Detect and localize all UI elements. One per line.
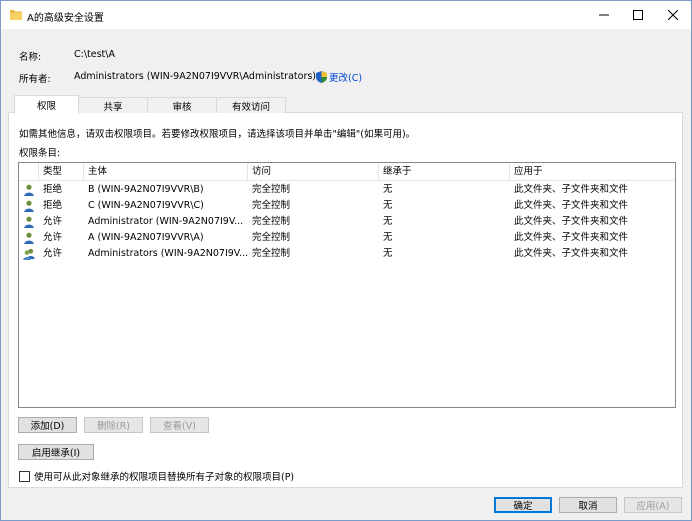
add-button[interactable]: 添加(D): [18, 417, 77, 433]
row-applies-to: 此文件夹、子文件夹和文件: [514, 248, 629, 259]
list-header: 类型 主体 访问 继承于 应用于: [19, 163, 675, 181]
row-access: 完全控制: [252, 248, 291, 259]
tab-auditing[interactable]: 审核: [147, 97, 217, 113]
maximize-icon: [633, 10, 643, 20]
row-applies-to: 此文件夹、子文件夹和文件: [514, 216, 629, 227]
column-header-applies-to[interactable]: 应用于: [510, 163, 675, 180]
row-inherited-from: 无: [383, 248, 393, 259]
title-bar[interactable]: A的高级安全设置: [1, 1, 691, 29]
table-row[interactable]: 拒绝 C (WIN-9A2N07I9VVR\C) 完全控制 无 此文件夹、子文件…: [19, 198, 675, 214]
row-principal: B (WIN-9A2N07I9VVR\B): [88, 184, 204, 195]
tab-auditing-label: 审核: [172, 101, 192, 113]
group-icon: [23, 248, 35, 260]
row-type: 允许: [43, 216, 63, 227]
column-header-type[interactable]: 类型: [39, 163, 84, 180]
hint-text: 如需其他信息，请双击权限项目。若要修改权限项目，请选择该项目并单击"编辑"(如果…: [19, 129, 416, 140]
table-row[interactable]: 拒绝 B (WIN-9A2N07I9VVR\B) 完全控制 无 此文件夹、子文件…: [19, 182, 675, 198]
enable-inheritance-button[interactable]: 启用继承(I): [18, 444, 94, 460]
name-value: C:\test\A: [74, 49, 115, 60]
replace-child-permissions-label: 使用可从此对象继承的权限项目替换所有子对象的权限项目(P): [34, 472, 295, 483]
row-applies-to: 此文件夹、子文件夹和文件: [514, 200, 629, 211]
owner-label: 所有者:: [19, 74, 51, 85]
row-access: 完全控制: [252, 216, 291, 227]
replace-child-permissions-checkbox[interactable]: [19, 470, 30, 482]
close-button[interactable]: [656, 1, 690, 29]
user-icon: [24, 184, 34, 196]
tab-permissions[interactable]: 权限: [14, 95, 79, 114]
user-icon: [24, 232, 34, 244]
row-principal: Administrator (WIN-9A2N07I9V...: [88, 216, 244, 227]
row-applies-to: 此文件夹、子文件夹和文件: [514, 232, 629, 243]
view-button[interactable]: 查看(V): [150, 417, 209, 433]
minimize-button[interactable]: [587, 1, 621, 29]
user-icon: [24, 200, 34, 212]
tab-effective-access-label: 有效访问: [231, 101, 270, 113]
tab-effective-access[interactable]: 有效访问: [216, 97, 286, 113]
column-header-access[interactable]: 访问: [248, 163, 379, 180]
tab-permissions-label: 权限: [36, 101, 56, 112]
apply-button[interactable]: 应用(A): [624, 497, 682, 513]
user-icon: [24, 216, 34, 228]
replace-child-permissions-option[interactable]: 使用可从此对象继承的权限项目替换所有子对象的权限项目(P): [19, 469, 294, 483]
name-label: 名称:: [19, 52, 42, 63]
row-access: 完全控制: [252, 232, 291, 243]
owner-value: Administrators (WIN-9A2N07I9VVR\Administ…: [74, 71, 317, 82]
close-icon: [668, 10, 678, 20]
remove-button[interactable]: 删除(R): [84, 417, 143, 433]
folder-icon: [10, 10, 22, 20]
row-access: 完全控制: [252, 184, 291, 195]
row-inherited-from: 无: [383, 216, 393, 227]
row-type: 拒绝: [43, 184, 63, 195]
table-row[interactable]: 允许 Administrator (WIN-9A2N07I9V... 完全控制 …: [19, 214, 675, 230]
row-inherited-from: 无: [383, 232, 393, 243]
change-link-label: 更改(C): [329, 73, 363, 84]
table-row[interactable]: 允许 Administrators (WIN-9A2N07I9V... 完全控制…: [19, 246, 675, 262]
permission-entries-list[interactable]: 类型 主体 访问 继承于 应用于 拒绝 B (WIN-9A2N07I9VVR\B…: [18, 162, 676, 408]
row-applies-to: 此文件夹、子文件夹和文件: [514, 184, 629, 195]
permission-entries-label: 权限条目:: [19, 148, 61, 159]
row-principal: C (WIN-9A2N07I9VVR\C): [88, 200, 204, 211]
table-row[interactable]: 允许 A (WIN-9A2N07I9VVR\A) 完全控制 无 此文件夹、子文件…: [19, 230, 675, 246]
tab-sharing[interactable]: 共享: [78, 97, 148, 113]
ok-button[interactable]: 确定: [494, 497, 552, 513]
window-title: A的高级安全设置: [27, 13, 104, 24]
row-type: 允许: [43, 248, 63, 259]
column-header-inherited-from[interactable]: 继承于: [379, 163, 510, 180]
minimize-icon: [599, 14, 609, 16]
row-inherited-from: 无: [383, 200, 393, 211]
advanced-security-window: A的高级安全设置 名称: C:\test\A 所有者: Administrato…: [0, 0, 692, 521]
column-header-principal[interactable]: 主体: [84, 163, 248, 180]
uac-shield-icon: [316, 71, 327, 83]
row-type: 拒绝: [43, 200, 63, 211]
row-inherited-from: 无: [383, 184, 393, 195]
cancel-button[interactable]: 取消: [559, 497, 617, 513]
row-principal: A (WIN-9A2N07I9VVR\A): [88, 232, 204, 243]
tab-sharing-label: 共享: [103, 101, 123, 113]
maximize-button[interactable]: [621, 1, 655, 29]
change-owner-link[interactable]: 更改(C): [316, 70, 362, 84]
column-header-icon[interactable]: [19, 163, 39, 180]
row-principal: Administrators (WIN-9A2N07I9V...: [88, 248, 248, 259]
row-access: 完全控制: [252, 200, 291, 211]
row-type: 允许: [43, 232, 63, 243]
